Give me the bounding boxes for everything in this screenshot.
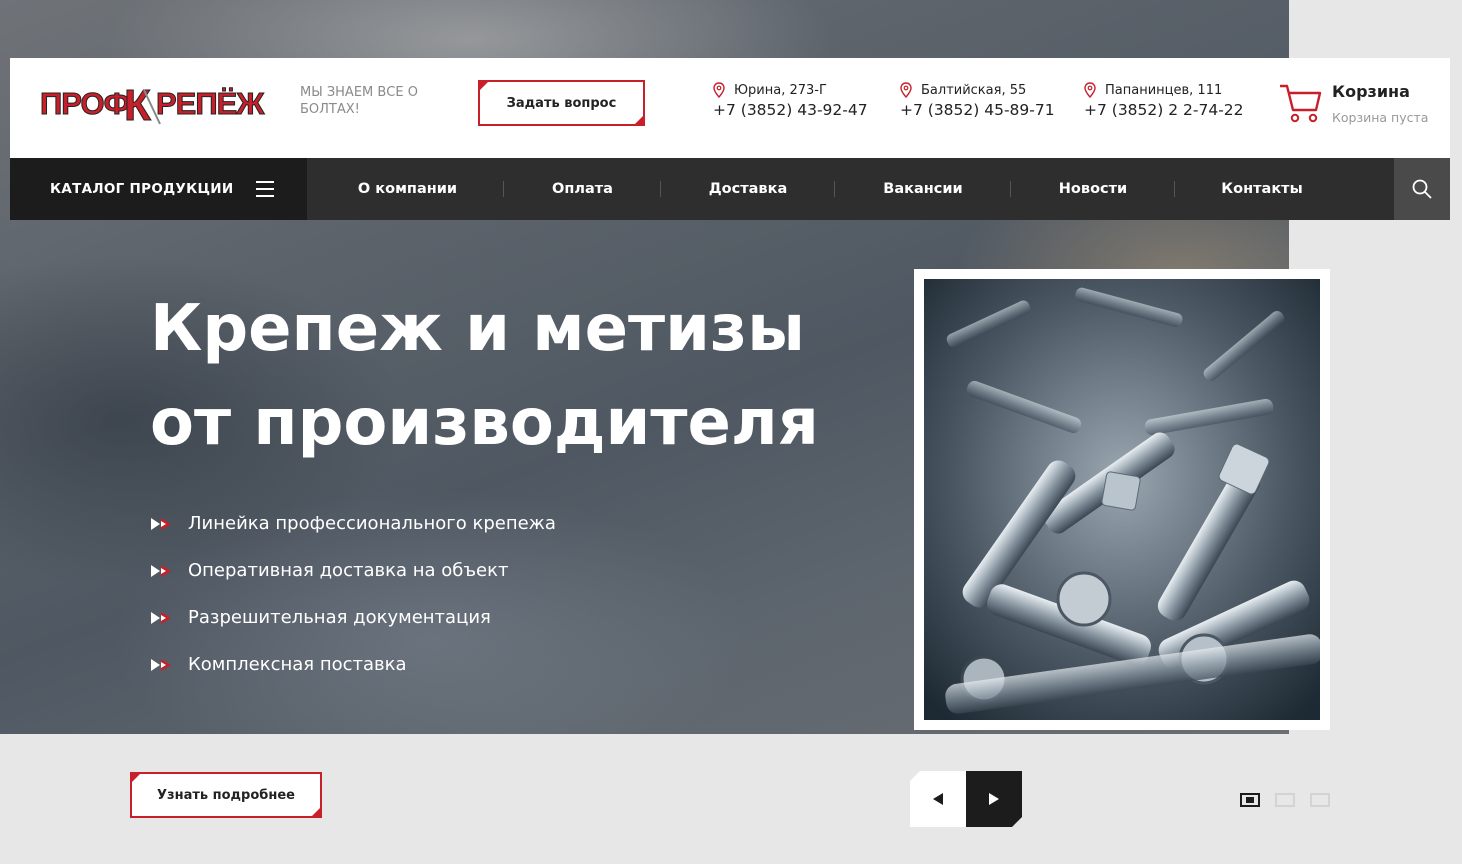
brand-tagline: МЫ ЗНАЕМ ВСЕ О БОЛТАХ!	[300, 85, 418, 117]
double-arrow-icon	[151, 517, 171, 530]
feature-text: Разрешительная документация	[188, 607, 491, 628]
svg-text:К: К	[124, 81, 151, 126]
cart-status: Корзина пуста	[1332, 110, 1429, 125]
feature-item: Комплексная поставка	[150, 641, 556, 688]
main-navigation: КАТАЛОГ ПРОДУКЦИИ О компании Оплата Дост…	[10, 158, 1450, 220]
learn-more-button[interactable]: Узнать подробнее	[130, 772, 322, 818]
slider-dot-2[interactable]	[1275, 793, 1295, 807]
ask-question-label: Задать вопрос	[506, 95, 617, 111]
button-corner-decoration	[633, 114, 645, 126]
catalog-menu-button[interactable]: КАТАЛОГ ПРОДУКЦИИ	[10, 158, 307, 220]
store-contact-3: Папанинцев, 111 +7 (3852) 2 2-74-22	[1084, 82, 1244, 119]
brand-logo[interactable]: ПРОФ К РЕПЁЖ	[40, 76, 280, 127]
nav-divider	[834, 181, 835, 197]
svg-text:РЕПЁЖ: РЕПЁЖ	[156, 86, 265, 121]
map-pin-icon	[900, 82, 912, 98]
hero-title: Крепеж и метизы от производителя	[150, 282, 870, 470]
feature-text: Линейка профессионального крепежа	[188, 513, 556, 534]
feature-item: Оперативная доставка на объект	[150, 547, 556, 594]
button-corner-decoration	[130, 772, 142, 784]
map-pin-icon	[1084, 82, 1096, 98]
hamburger-menu-icon	[255, 181, 274, 197]
hero-image-frame	[914, 269, 1330, 730]
nav-item-news[interactable]: Новости	[1012, 158, 1174, 220]
store-address: Папанинцев, 111	[1105, 82, 1223, 98]
store-phone[interactable]: +7 (3852) 2 2-74-22	[1084, 101, 1244, 119]
search-icon	[1412, 179, 1432, 199]
feature-text: Оперативная доставка на объект	[188, 560, 509, 581]
store-contact-2: Балтийская, 55 +7 (3852) 45-89-71	[900, 82, 1055, 119]
arrow-right-icon	[989, 793, 999, 805]
button-corner-decoration	[478, 80, 490, 92]
nav-item-vacancies[interactable]: Вакансии	[836, 158, 1010, 220]
cart-title: Корзина	[1332, 82, 1410, 101]
slider-prev-button[interactable]	[910, 771, 966, 827]
button-corner-decoration	[910, 771, 920, 781]
site-header: ПРОФ К РЕПЁЖ МЫ ЗНАЕМ ВСЕ О БОЛТАХ! Зада…	[10, 58, 1450, 158]
store-address: Балтийская, 55	[921, 82, 1027, 98]
catalog-label: КАТАЛОГ ПРОДУКЦИИ	[50, 181, 234, 197]
svg-text:ПРОФ: ПРОФ	[40, 86, 130, 121]
arrow-left-icon	[933, 793, 943, 805]
double-arrow-icon	[151, 658, 171, 671]
button-corner-decoration	[310, 806, 322, 818]
nav-divider	[1010, 181, 1011, 197]
nav-item-payment[interactable]: Оплата	[505, 158, 660, 220]
cart-widget[interactable]: Корзина Корзина пуста	[1278, 80, 1448, 130]
store-contact-1: Юрина, 273-Г +7 (3852) 43-92-47	[713, 82, 868, 119]
store-phone[interactable]: +7 (3852) 45-89-71	[900, 101, 1055, 119]
hero-title-line-2: от производителя	[150, 386, 819, 460]
nav-divider	[660, 181, 661, 197]
slider-next-button[interactable]	[966, 771, 1022, 827]
double-arrow-icon	[151, 564, 171, 577]
nav-item-delivery[interactable]: Доставка	[662, 158, 834, 220]
feature-item: Линейка профессионального крепежа	[150, 500, 556, 547]
hero-title-line-1: Крепеж и метизы	[150, 292, 805, 366]
shopping-cart-icon	[1280, 84, 1322, 123]
button-corner-decoration	[1012, 817, 1022, 827]
map-pin-icon	[713, 82, 725, 98]
store-phone[interactable]: +7 (3852) 43-92-47	[713, 101, 868, 119]
nav-item-contacts[interactable]: Контакты	[1176, 158, 1348, 220]
bolts-photo	[924, 279, 1320, 720]
nav-divider	[1174, 181, 1175, 197]
feature-item: Разрешительная документация	[150, 594, 556, 641]
nav-divider	[503, 181, 504, 197]
store-address: Юрина, 273-Г	[734, 82, 827, 98]
search-button[interactable]	[1394, 158, 1450, 220]
slider-dot-1[interactable]	[1240, 793, 1260, 807]
feature-text: Комплексная поставка	[188, 654, 407, 675]
slider-dot-3[interactable]	[1310, 793, 1330, 807]
learn-more-label: Узнать подробнее	[157, 787, 295, 803]
double-arrow-icon	[151, 611, 171, 624]
feature-list: Линейка профессионального крепежа Операт…	[150, 500, 556, 688]
nav-item-about[interactable]: О компании	[315, 158, 500, 220]
ask-question-button[interactable]: Задать вопрос	[478, 80, 645, 126]
